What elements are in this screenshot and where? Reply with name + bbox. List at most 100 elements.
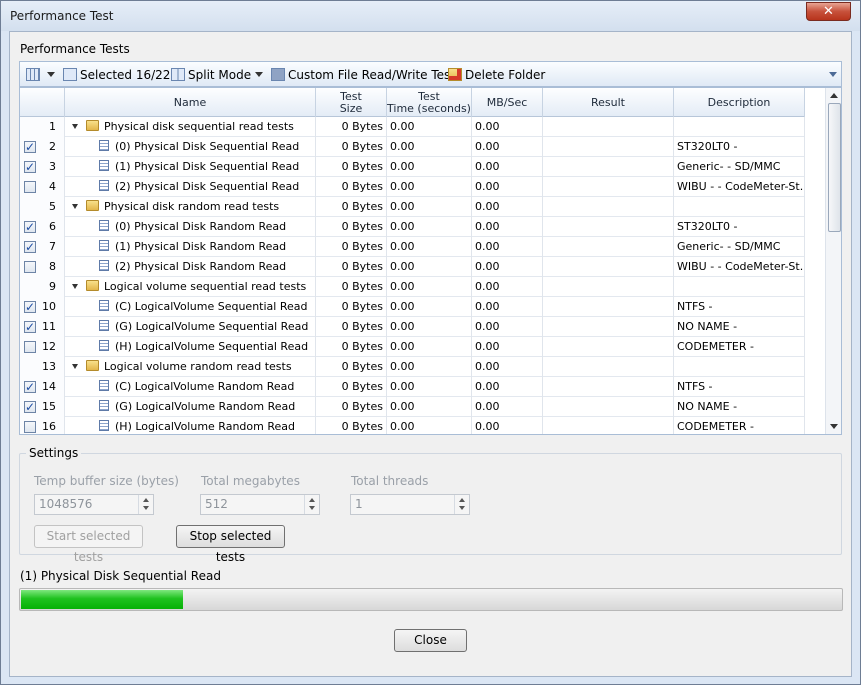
result-cell bbox=[543, 377, 674, 397]
total-threads-value: 1 bbox=[355, 497, 363, 511]
table-row[interactable]: 7 (1) Physical Disk Random Read 0 Bytes 0.0… bbox=[20, 237, 805, 257]
total-megabytes-field[interactable]: 512 bbox=[200, 494, 320, 515]
delete-folder-button[interactable]: Delete Folder bbox=[448, 66, 545, 84]
mbs-value: 0.00 bbox=[475, 260, 500, 273]
row-checkbox[interactable] bbox=[24, 218, 36, 237]
grid-icon bbox=[26, 68, 40, 81]
close-button[interactable]: Close bbox=[394, 629, 467, 652]
row-number: 10 bbox=[42, 300, 56, 313]
expand-collapse-icon[interactable] bbox=[72, 364, 78, 369]
row-checkbox[interactable] bbox=[24, 378, 36, 397]
column-header-name[interactable]: Name bbox=[65, 88, 316, 117]
table-row[interactable]: 10 (C) LogicalVolume Sequential Read 0 Byt… bbox=[20, 297, 805, 317]
size-cell: 0 Bytes bbox=[316, 297, 387, 317]
mbs-value: 0.00 bbox=[475, 180, 500, 193]
row-checkbox[interactable] bbox=[24, 398, 36, 417]
folder-icon bbox=[86, 280, 99, 291]
row-number: 8 bbox=[49, 260, 56, 273]
row-checkbox[interactable] bbox=[24, 261, 36, 273]
table-row[interactable]: 2 (0) Physical Disk Sequential Read 0 Byte… bbox=[20, 137, 805, 157]
temp-buffer-value: 1048576 bbox=[39, 497, 93, 511]
time-value: 0.00 bbox=[390, 380, 415, 393]
scroll-up-arrow-icon[interactable] bbox=[830, 93, 838, 98]
test-document-icon bbox=[99, 160, 109, 171]
row-number-cell: 15 bbox=[20, 397, 65, 417]
row-checkbox[interactable] bbox=[24, 421, 36, 433]
group-row[interactable]: 1 Physical disk sequential read tests 0 By… bbox=[20, 117, 805, 137]
stop-selected-tests-button[interactable]: Stop selected tests bbox=[176, 525, 285, 564]
total-threads-spinner[interactable] bbox=[454, 495, 469, 514]
name-value: Physical disk sequential read tests bbox=[104, 120, 294, 133]
table-row[interactable]: 16 (H) LogicalVolume Random Read 0 Bytes 0.… bbox=[20, 417, 805, 434]
desc-value: ST320LT0 - bbox=[677, 140, 738, 153]
time-cell: 0.00 bbox=[387, 197, 472, 217]
row-checkbox[interactable] bbox=[24, 298, 36, 317]
table-row[interactable]: 6 (0) Physical Disk Random Read 0 Bytes 0.0… bbox=[20, 217, 805, 237]
column-header-result[interactable]: Result bbox=[543, 88, 674, 117]
scroll-down-arrow-icon[interactable] bbox=[830, 424, 838, 429]
row-checkbox[interactable] bbox=[24, 318, 36, 337]
expand-collapse-icon[interactable] bbox=[72, 124, 78, 129]
total-megabytes-spinner[interactable] bbox=[304, 495, 319, 514]
delete-folder-label: Delete Folder bbox=[465, 68, 546, 82]
custom-file-test-button[interactable]: Custom File Read/Write Test bbox=[271, 66, 455, 84]
start-selected-tests-button[interactable]: Start selected tests bbox=[34, 525, 143, 564]
toolbar-overflow-chevron-icon[interactable] bbox=[829, 72, 837, 77]
row-number-cell: 2 bbox=[20, 137, 65, 157]
table-row[interactable]: 4 (2) Physical Disk Sequential Read 0 Byte… bbox=[20, 177, 805, 197]
row-checkbox[interactable] bbox=[24, 238, 36, 257]
name-cell: (2) Physical Disk Sequential Read bbox=[65, 177, 316, 197]
title-bar[interactable]: Performance Test ✕ bbox=[1, 1, 860, 31]
result-cell bbox=[543, 357, 674, 377]
test-document-icon bbox=[99, 220, 109, 231]
grid-view-menu-button[interactable] bbox=[26, 66, 55, 84]
expand-collapse-icon[interactable] bbox=[72, 284, 78, 289]
selected-count-button[interactable]: Selected 16/227 bbox=[63, 66, 178, 84]
result-cell bbox=[543, 297, 674, 317]
result-cell bbox=[543, 117, 674, 137]
total-threads-field[interactable]: 1 bbox=[350, 494, 470, 515]
row-checkbox[interactable] bbox=[24, 181, 36, 193]
column-header-test-time[interactable]: Test Time (seconds) bbox=[387, 88, 472, 117]
test-document-icon bbox=[99, 340, 109, 351]
vertical-scrollbar[interactable] bbox=[825, 88, 841, 434]
table-row[interactable]: 12 (H) LogicalVolume Sequential Read 0 Byt… bbox=[20, 337, 805, 357]
row-number-cell: 16 bbox=[20, 417, 65, 434]
mbs-cell: 0.00 bbox=[472, 357, 543, 377]
result-cell bbox=[543, 337, 674, 357]
column-header-description[interactable]: Description bbox=[674, 88, 805, 117]
size-cell: 0 Bytes bbox=[316, 257, 387, 277]
window-close-button[interactable]: ✕ bbox=[806, 2, 851, 21]
table-row[interactable]: 8 (2) Physical Disk Random Read 0 Bytes 0.0… bbox=[20, 257, 805, 277]
temp-buffer-field[interactable]: 1048576 bbox=[34, 494, 154, 515]
row-number: 9 bbox=[49, 280, 56, 293]
test-document-icon bbox=[99, 260, 109, 271]
name-value: Logical volume sequential read tests bbox=[104, 280, 307, 293]
desc-cell: CODEMETER - bbox=[674, 417, 805, 434]
row-checkbox[interactable] bbox=[24, 341, 36, 353]
name-value: (2) Physical Disk Sequential Read bbox=[115, 180, 300, 193]
time-value: 0.00 bbox=[390, 320, 415, 333]
row-checkbox[interactable] bbox=[24, 138, 36, 157]
column-header-test-size[interactable]: Test Size bbox=[316, 88, 387, 117]
group-row[interactable]: 13 Logical volume random read tests 0 Byte… bbox=[20, 357, 805, 377]
table-row[interactable]: 15 (G) LogicalVolume Random Read 0 Bytes 0.… bbox=[20, 397, 805, 417]
row-number-cell: 12 bbox=[20, 337, 65, 357]
group-row[interactable]: 9 Logical volume sequential read tests 0 B… bbox=[20, 277, 805, 297]
name-cell: (0) Physical Disk Random Read bbox=[65, 217, 316, 237]
row-checkbox[interactable] bbox=[24, 158, 36, 177]
progress-bar bbox=[19, 588, 843, 611]
scrollbar-thumb[interactable] bbox=[828, 103, 841, 232]
temp-buffer-spinner[interactable] bbox=[138, 495, 153, 514]
split-mode-button[interactable]: Split Mode bbox=[171, 66, 264, 84]
desc-cell bbox=[674, 357, 805, 377]
group-row[interactable]: 5 Physical disk random read tests 0 Bytes 0… bbox=[20, 197, 805, 217]
expand-collapse-icon[interactable] bbox=[72, 204, 78, 209]
folder-icon bbox=[86, 200, 99, 211]
column-header-mb-sec[interactable]: MB/Sec bbox=[472, 88, 543, 117]
table-row[interactable]: 14 (C) LogicalVolume Random Read 0 Bytes 0.… bbox=[20, 377, 805, 397]
time-cell: 0.00 bbox=[387, 237, 472, 257]
table-row[interactable]: 3 (1) Physical Disk Sequential Read 0 Byte… bbox=[20, 157, 805, 177]
table-row[interactable]: 11 (G) LogicalVolume Sequential Read 0 Byt… bbox=[20, 317, 805, 337]
row-number: 5 bbox=[49, 200, 56, 213]
